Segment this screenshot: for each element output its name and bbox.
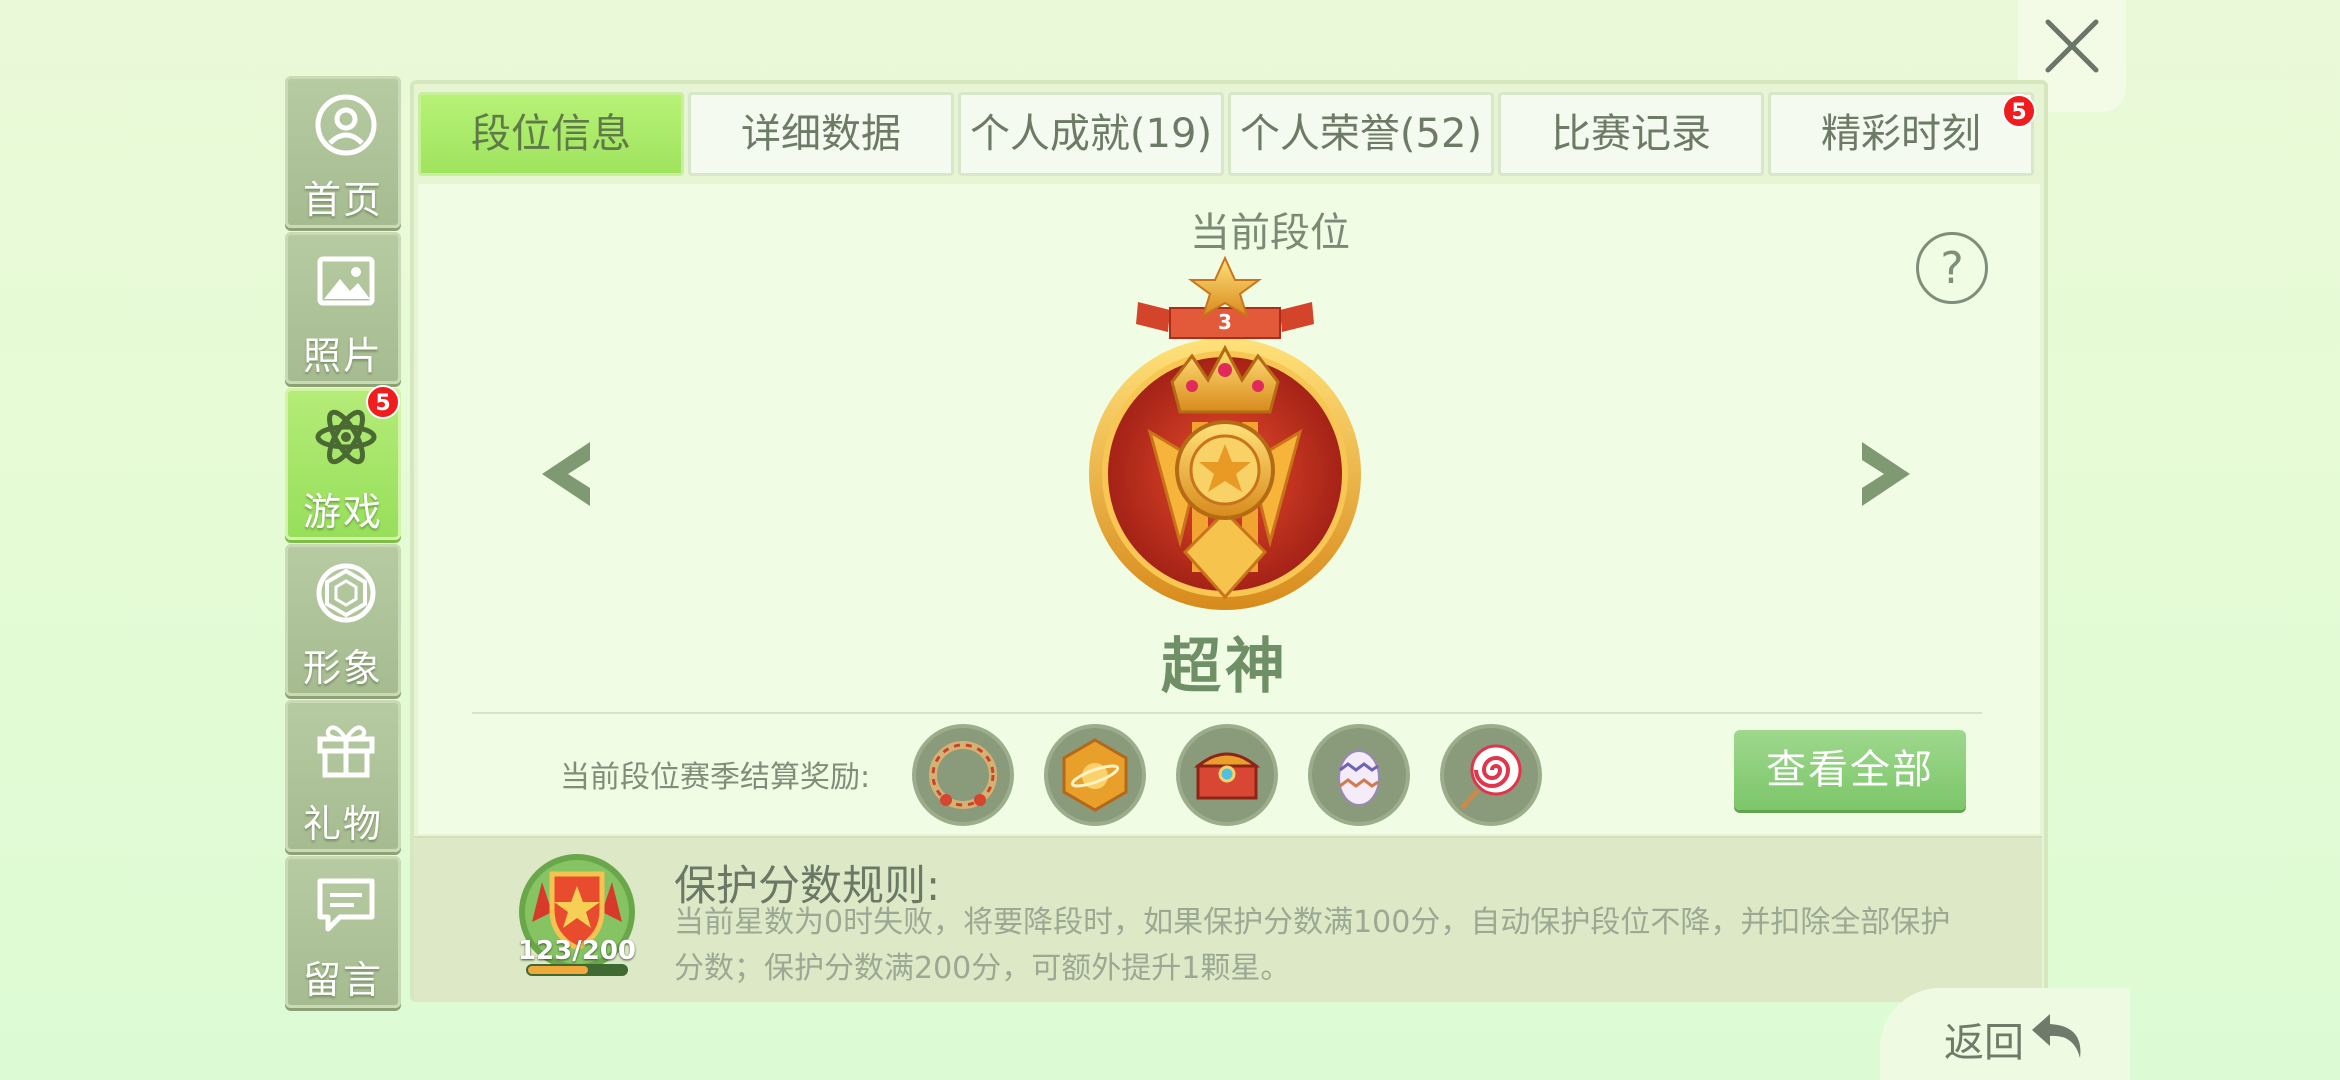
sidebar-item-home[interactable]: 首页 [285,76,401,228]
sidebar-item-gifts[interactable]: 礼物 [285,700,401,852]
sidebar-item-label: 照片 [302,334,383,378]
reward-planet-badge[interactable] [1044,724,1146,826]
treasure-chest-icon [1193,752,1261,800]
help-button[interactable]: ? [1916,232,1988,304]
return-arrow-icon [2032,1014,2081,1058]
reward-lollipop[interactable] [1440,724,1542,826]
tab-honors[interactable]: 个人荣誉(52) [1228,92,1494,176]
message-icon [317,878,375,932]
tab-highlights[interactable]: 精彩时刻 [1768,92,2034,176]
sidebar-item-appearance[interactable]: 形象 [285,544,401,696]
reward-treasure-chest[interactable] [1176,724,1278,826]
rank-star-count: 3 [1218,310,1232,334]
sidebar-item-label: 礼物 [302,802,383,846]
protection-progress-fill [528,966,588,974]
diamond-icon [316,563,376,623]
sidebar-item-label: 留言 [302,958,383,1002]
sidebar-item-messages[interactable]: 留言 [285,856,401,1008]
avatar-frame-icon [929,741,997,809]
egg-icon [1338,750,1380,806]
image-icon [317,256,375,306]
notification-badge: 5 [2002,94,2036,128]
current-rank-title: 当前段位 [1190,210,1350,256]
sidebar-item-label: 游戏 [302,490,383,534]
close-icon [2045,19,2099,73]
tab-rank-info[interactable]: 段位信息 [418,92,684,176]
next-arrow-icon[interactable] [1850,434,1920,514]
rank-name: 超神 [1161,632,1289,702]
notification-badge: 5 [366,385,400,419]
tab-match-records[interactable]: 比赛记录 [1498,92,1764,176]
back-label: 返回 [1944,1020,2024,1066]
sidebar-item-label: 首页 [302,178,383,222]
gift-icon [317,725,375,778]
tab-achievements[interactable]: 个人成就(19) [958,92,1224,176]
protection-rules-text: 当前星数为0时失败，将要降段时，如果保护分数满100分，自动保护段位不降，并扣除… [674,905,1951,986]
prev-arrow-icon[interactable] [532,434,602,514]
back-button[interactable]: 返回 [1880,988,2130,1080]
season-reward-label: 当前段位赛季结算奖励: [560,760,871,795]
atom-icon [315,409,377,465]
tab-detailed-data[interactable]: 详细数据 [688,92,954,176]
reward-avatar-frame[interactable] [912,724,1014,826]
sidebar-item-photos[interactable]: 照片 [285,232,401,384]
planet-badge-icon [1062,738,1128,812]
lollipop-icon [1460,744,1522,810]
divider [472,712,1982,714]
rank-emblem [1089,255,1361,610]
protection-shield: 123/200 [512,852,642,982]
protection-count: 123/200 [517,936,637,966]
sidebar-item-label: 形象 [302,646,383,690]
user-icon [315,94,377,156]
reward-egg[interactable] [1308,724,1410,826]
view-all-button[interactable]: 查看全部 [1734,730,1966,810]
sidebar-item-games[interactable]: 游戏 5 [285,385,401,540]
